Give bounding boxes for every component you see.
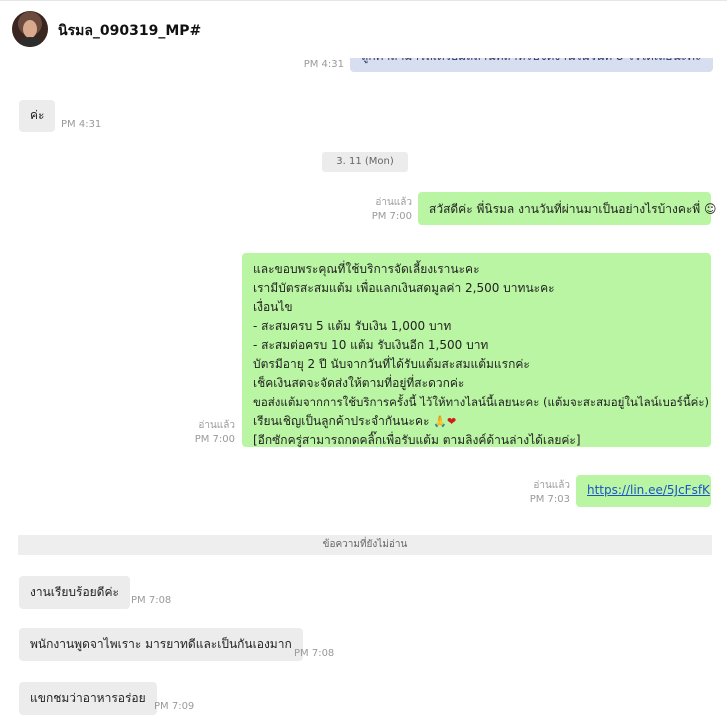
heart-emoji-icon: ❤ xyxy=(446,415,457,428)
message-bubble-outgoing: และขอบพระคุณที่ใช้บริการจัดเลี้ยงเรานะคะ… xyxy=(242,253,711,447)
message-text: สวัสดีค่ะ พี่นิรมล งานวันที่ผ่านมาเป็นอย… xyxy=(429,202,717,216)
avatar-face xyxy=(23,20,37,38)
message-bubble-outgoing: สวัสดีค่ะ พี่นิรมล งานวันที่ผ่านมาเป็นอย… xyxy=(418,192,717,225)
message-line: - สะสมต่อครบ 10 แต้ม รับเงินอีก 1,500 บา… xyxy=(253,338,489,352)
message-line: และขอบพระคุณที่ใช้บริการจัดเลี้ยงเรานะคะ xyxy=(253,262,480,276)
message-time: PM 7:00 xyxy=(194,434,235,445)
message-line: บัตรมีอายุ 2 ปี นับจากวันที่ได้รับแต้มสะ… xyxy=(253,357,530,371)
read-receipt: อ่านแล้ว xyxy=(198,420,235,431)
message-time: PM 4:31 xyxy=(303,59,344,70)
message-time: PM 7:08 xyxy=(131,595,172,606)
message-line: เงื่อนไข xyxy=(253,300,293,314)
chat-header: นิรมล_090319_MP# xyxy=(0,0,727,58)
message-text: งานเรียบร้อยดีค่ะ xyxy=(30,585,119,599)
message-time: PM 7:03 xyxy=(529,494,570,505)
message-bubble-incoming: ค่ะ xyxy=(19,100,56,132)
read-receipt: อ่านแล้ว xyxy=(533,480,570,491)
message-time: PM 7:00 xyxy=(371,211,412,222)
message-bubble-incoming: แขกชมว่าอาหารอร่อย xyxy=(19,682,157,715)
message-time: PM 7:09 xyxy=(154,701,195,712)
pray-emoji-icon: 🙏 xyxy=(433,415,447,428)
message-text: ค่ะ xyxy=(30,108,45,122)
message-bubble-incoming: งานเรียบร้อยดีค่ะ xyxy=(19,576,130,609)
message-time: PM 4:31 xyxy=(61,119,102,130)
message-line: ขอส่งแต้มจากการใช้บริการครั้งนี้ ไว้ให้ท… xyxy=(253,395,710,409)
unread-divider: ข้อความที่ยังไม่อ่าน xyxy=(18,535,712,555)
message-line: เช็คเงินสดจะจัดส่งให้ตามที่อยู่ที่สะดวกค… xyxy=(253,376,465,390)
message-line: เรียนเชิญเป็นลูกค้าประจำกันนะคะ 🙏❤ xyxy=(253,412,700,431)
avatar[interactable] xyxy=(12,11,48,47)
contact-name[interactable]: นิรมล_090319_MP# xyxy=(58,20,201,42)
message-line-text: เรียนเชิญเป็นลูกค้าประจำกันนะคะ xyxy=(253,414,430,428)
date-divider: 3. 11 (Mon) xyxy=(322,152,408,172)
message-time: PM 7:08 xyxy=(294,648,335,659)
message-line: - สะสมครบ 5 แต้ม รับเงิน 1,000 บาท xyxy=(253,319,452,333)
message-text: พนักงานพูดจาไพเราะ มารยาทดีและเป็นกันเอง… xyxy=(30,637,292,651)
message-text: แขกชมว่าอาหารอร่อย xyxy=(30,691,146,705)
message-link[interactable]: https://lin.ee/5JcFsfK xyxy=(587,483,710,497)
message-bubble-incoming: พนักงานพูดจาไพเราะ มารยาทดีและเป็นกันเอง… xyxy=(19,628,303,661)
read-receipt: อ่านแล้ว xyxy=(375,197,412,208)
message-line: เรามีบัตรสะสมแต้ม เพื่อแลกเงินสดมูลค่า 2… xyxy=(253,281,555,295)
chat-area[interactable]: ลูกค้าสามารถเตรียมสถานที่สำหรับจัดงานในว… xyxy=(0,0,727,721)
avatar-body xyxy=(18,37,42,47)
message-bubble-outgoing: https://lin.ee/5JcFsfK xyxy=(576,475,711,507)
message-line: [อีกซักครู่สามารถกดคลิ๊กเพื่อรับแต้ม ตาม… xyxy=(253,433,581,447)
